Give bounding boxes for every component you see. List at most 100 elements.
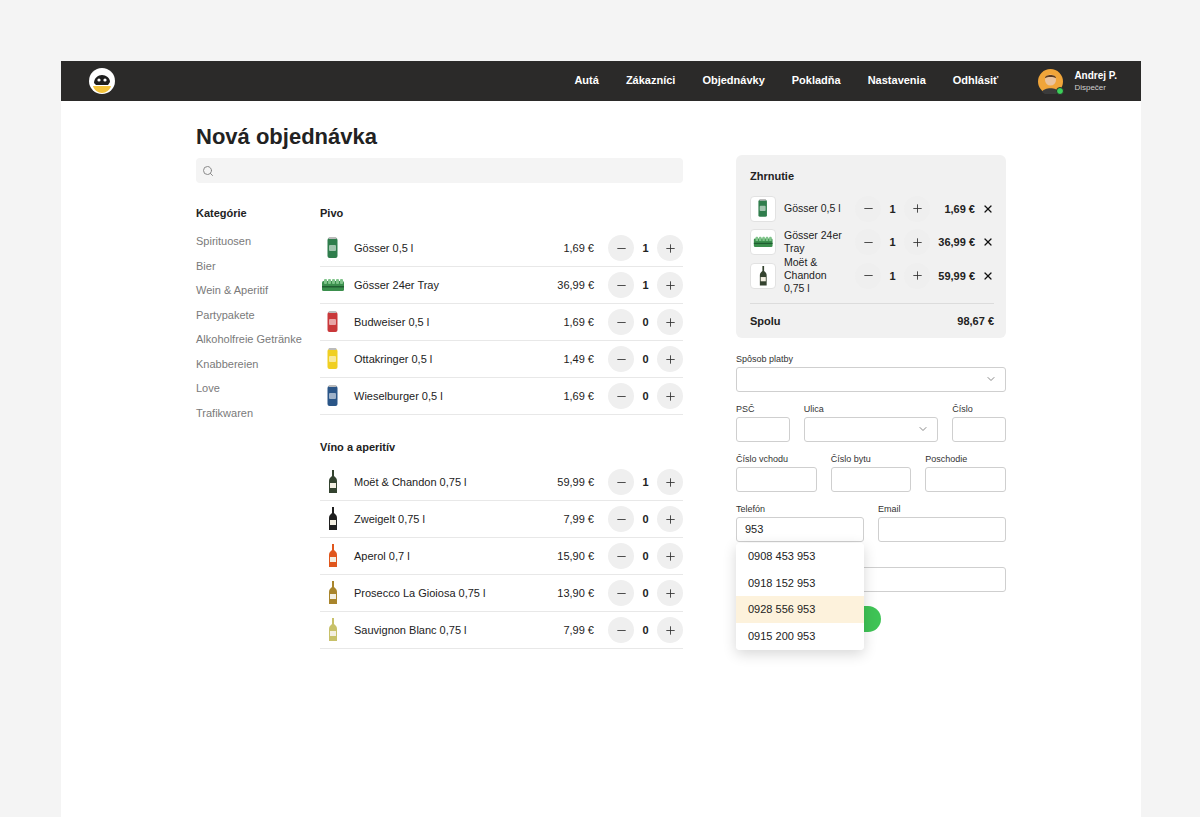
decrease-button[interactable]: [608, 543, 634, 569]
summary-item-price: 1,69 €: [930, 203, 975, 215]
category-item[interactable]: Trafikwaren: [196, 401, 320, 426]
decrease-button[interactable]: [855, 229, 881, 255]
form-field: Spôsob platby: [736, 354, 1006, 392]
minus-icon: [615, 242, 628, 255]
increase-button[interactable]: [657, 469, 683, 495]
suggestion-option[interactable]: 0915 200 953: [736, 623, 864, 650]
increase-button[interactable]: [657, 235, 683, 261]
product-thumbnail: [320, 278, 345, 292]
decrease-button[interactable]: [608, 272, 634, 298]
suggestion-option[interactable]: 0908 453 953: [736, 543, 864, 570]
text-input[interactable]: [925, 467, 1006, 492]
search-bar[interactable]: [196, 158, 683, 183]
increase-button[interactable]: [904, 196, 930, 222]
quantity: 0: [634, 390, 657, 402]
product-name: Gösser 0,5 l: [354, 242, 563, 254]
product-thumbnail: [320, 348, 345, 370]
form-row: Číslo vchoduČíslo bytuPoschodie: [736, 454, 1006, 492]
decrease-button[interactable]: [608, 617, 634, 643]
select-field[interactable]: [736, 367, 1006, 392]
decrease-button[interactable]: [608, 506, 634, 532]
increase-button[interactable]: [657, 383, 683, 409]
chevron-down-icon: [985, 373, 997, 385]
form-field: Číslo vchodu: [736, 454, 817, 492]
minus-icon: [615, 513, 628, 526]
text-input[interactable]: [736, 517, 864, 542]
logo-icon[interactable]: [88, 67, 116, 95]
remove-button[interactable]: [982, 203, 994, 215]
nav-item[interactable]: Zákazníci: [626, 74, 676, 88]
category-item[interactable]: Bier: [196, 254, 320, 279]
user-menu[interactable]: Andrej P.Dispečer: [1038, 69, 1117, 94]
increase-button[interactable]: [657, 272, 683, 298]
decrease-button[interactable]: [608, 383, 634, 409]
increase-button[interactable]: [657, 506, 683, 532]
category-item[interactable]: Love: [196, 376, 320, 401]
increase-button[interactable]: [657, 543, 683, 569]
minus-icon: [615, 390, 628, 403]
select-field[interactable]: [804, 417, 938, 442]
decrease-button[interactable]: [855, 263, 881, 289]
decrease-button[interactable]: [608, 580, 634, 606]
decrease-button[interactable]: [608, 235, 634, 261]
decrease-button[interactable]: [608, 469, 634, 495]
product-row: Zweigelt 0,75 l7,99 €0: [320, 501, 683, 538]
product-row: Wieselburger 0,5 l1,69 €0: [320, 378, 683, 415]
remove-button[interactable]: [982, 270, 994, 282]
decrease-button[interactable]: [608, 346, 634, 372]
category-item[interactable]: Spirituosen: [196, 229, 320, 254]
nav-item[interactable]: Nastavenia: [868, 74, 926, 88]
plus-icon: [664, 390, 677, 403]
suggestion-option[interactable]: 0918 152 953: [736, 569, 864, 596]
can-icon: [327, 385, 338, 407]
increase-button[interactable]: [657, 617, 683, 643]
increase-button[interactable]: [904, 229, 930, 255]
quantity: 1: [634, 476, 657, 488]
summary-thumbnail: [750, 263, 776, 289]
quantity-stepper: 1: [608, 235, 683, 261]
product-thumbnail: [320, 618, 345, 642]
text-input[interactable]: [952, 417, 1006, 442]
summary-thumbnail: [750, 196, 776, 222]
decrease-button[interactable]: [608, 309, 634, 335]
increase-button[interactable]: [657, 580, 683, 606]
product-thumbnail: [320, 507, 345, 531]
product-price: 36,99 €: [557, 279, 594, 291]
increase-button[interactable]: [657, 309, 683, 335]
text-input[interactable]: [736, 417, 790, 442]
field-label: PSČ: [736, 404, 790, 415]
field-label: Telefón: [736, 504, 864, 515]
nav-item[interactable]: Objednávky: [702, 74, 764, 88]
section-title: Víno a aperitív: [320, 439, 683, 455]
nav-item[interactable]: Odhlásiť: [953, 74, 999, 88]
plus-icon: [664, 587, 677, 600]
search-input[interactable]: [220, 164, 677, 178]
plus-icon: [664, 242, 677, 255]
text-input[interactable]: [878, 517, 1006, 542]
nav-item[interactable]: Autá: [574, 74, 598, 88]
bottle-icon: [328, 544, 338, 568]
text-input[interactable]: [736, 467, 817, 492]
category-item[interactable]: Knabbereien: [196, 352, 320, 377]
quantity-stepper: 1: [608, 272, 683, 298]
increase-button[interactable]: [904, 263, 930, 289]
product-thumbnail: [320, 237, 345, 259]
tray-icon: [321, 278, 345, 292]
quantity-stepper: 0: [608, 383, 683, 409]
quantity: 0: [634, 513, 657, 525]
summary-thumbnail: [750, 229, 776, 255]
category-item[interactable]: Wein & Aperitif: [196, 278, 320, 303]
remove-button[interactable]: [982, 236, 994, 248]
text-input[interactable]: [831, 467, 912, 492]
order-form: Spôsob platbyPSČUlicaČísloČíslo vchoduČí…: [736, 354, 1006, 635]
quantity: 0: [634, 353, 657, 365]
nav-item[interactable]: Pokladňa: [792, 74, 841, 88]
product-row: Gösser 24er Tray36,99 €1: [320, 267, 683, 304]
product-row: Ottakringer 0,5 l1,49 €0: [320, 341, 683, 378]
category-item[interactable]: Alkoholfreie Getränke: [196, 327, 320, 352]
suggestion-option[interactable]: 0928 556 953: [736, 596, 864, 623]
decrease-button[interactable]: [855, 196, 881, 222]
form-field: Telefón0908 453 9530918 152 9530928 556 …: [736, 504, 864, 542]
increase-button[interactable]: [657, 346, 683, 372]
category-item[interactable]: Partypakete: [196, 303, 320, 328]
